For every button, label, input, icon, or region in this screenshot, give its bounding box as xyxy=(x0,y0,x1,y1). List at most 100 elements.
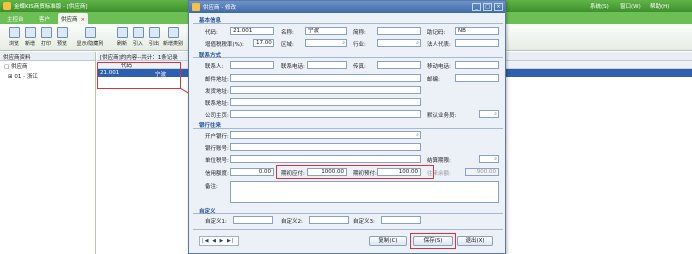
column-code[interactable]: 代码 xyxy=(121,61,132,69)
opening-payable-input[interactable]: 1000.00 xyxy=(307,168,347,176)
record-navigator[interactable]: |◀ ◀ ▶ ▶| xyxy=(199,236,239,246)
contact-person-input[interactable] xyxy=(230,61,274,69)
add-category-button[interactable]: 新增类别 xyxy=(158,26,188,50)
folder-icon: ▢ xyxy=(4,64,11,70)
add-category-label: 新增类别 xyxy=(162,41,183,47)
opening-prepaid-label: 期初预付: xyxy=(353,171,377,177)
save-button[interactable]: 保存(S) xyxy=(413,236,453,246)
balance-label: 往来余额: xyxy=(427,171,451,177)
opening-payable-label: 期初应付: xyxy=(281,171,305,177)
custom2-input[interactable] xyxy=(309,216,349,224)
contact-address-label: 联系地址: xyxy=(205,101,229,107)
tab-customer[interactable]: 客户 xyxy=(36,13,53,24)
tree-header: 供应商资料 xyxy=(0,52,95,61)
tax-rate-label: 增值税税率(%): xyxy=(205,42,244,48)
maximize-icon[interactable]: □ xyxy=(483,3,492,11)
copy-button[interactable]: 复制(C) xyxy=(369,236,407,246)
industry-input[interactable]: ⌕ xyxy=(377,39,421,47)
lookup-icon[interactable]: ⌕ xyxy=(342,40,345,46)
custom2-label: 自定义2: xyxy=(281,219,303,225)
preview-icon xyxy=(56,27,68,38)
email-input[interactable] xyxy=(230,74,421,82)
menu-help[interactable]: 帮助(H) xyxy=(650,2,669,10)
basic-section-line xyxy=(193,23,503,24)
tree-node-label: 01 - 浙江 xyxy=(14,74,38,80)
salesperson-label: 默认业务员: xyxy=(427,113,457,119)
close-tab-icon[interactable]: × xyxy=(81,17,86,23)
bank-section-title: 银行往来 xyxy=(199,123,222,129)
dialog-title: 供应商 - 修改 xyxy=(203,5,236,11)
postcode-label: 邮编: xyxy=(427,77,440,83)
name-input[interactable]: 宁波 xyxy=(305,27,347,35)
tax-rate-input[interactable]: 17.00 xyxy=(253,39,274,47)
exit-button[interactable]: 退出(X) xyxy=(457,236,493,246)
lookup-icon[interactable]: ⌕ xyxy=(494,156,497,162)
region-label: 区域: xyxy=(281,42,294,48)
code-input[interactable]: 21.001 xyxy=(230,27,274,35)
bank-section-line xyxy=(193,128,503,129)
code-label: 代码: xyxy=(205,30,218,36)
tab-supplier-label: 供应商 xyxy=(61,17,78,23)
lookup-icon[interactable]: ⌕ xyxy=(416,40,419,46)
note-label: 备注: xyxy=(205,184,218,190)
tab-console[interactable]: 主控台 xyxy=(4,13,27,24)
show-hide-label: 显示/隐藏列 xyxy=(76,41,104,47)
menu-window[interactable]: 窗口(W) xyxy=(620,2,641,10)
industry-label: 行业: xyxy=(353,42,366,48)
tab-supplier[interactable]: 供应商 × xyxy=(58,13,89,24)
contact-person-label: 联系人: xyxy=(205,64,224,70)
settle-period-label: 结算期限: xyxy=(427,158,451,164)
settle-period-input[interactable]: ⌕ xyxy=(479,155,499,163)
app-title: 金蝶KIS商贸标准版 - [供应商] xyxy=(14,4,88,10)
postcode-input[interactable] xyxy=(455,74,499,82)
show-hide-columns-button[interactable]: 显示/隐藏列 xyxy=(70,26,110,50)
bank-input[interactable]: ⌕ xyxy=(230,131,421,139)
contact-address-input[interactable] xyxy=(230,98,421,106)
supplier-edit-dialog: 供应商 - 修改 _ □ × 基本信息 代码: 21.001 名称: 宁波 简称… xyxy=(188,0,506,254)
basic-section-title: 基本信息 xyxy=(199,18,222,24)
mnemonic-input[interactable]: NB xyxy=(455,27,499,35)
tax-number-label: 单位税号: xyxy=(205,158,229,164)
tree-root[interactable]: ▢ 供应商 xyxy=(0,61,95,71)
opening-prepaid-input[interactable]: 100.00 xyxy=(377,168,421,176)
note-input[interactable] xyxy=(230,181,499,203)
row-name: 宁波 xyxy=(155,72,167,78)
fax-input[interactable] xyxy=(377,61,421,69)
tax-number-input[interactable] xyxy=(230,155,421,163)
salesperson-input[interactable]: ⌕ xyxy=(479,110,499,118)
app-logo-icon xyxy=(3,2,11,10)
contact-section-title: 联系方式 xyxy=(199,53,222,59)
account-label: 银行账号: xyxy=(205,146,229,152)
region-input[interactable]: ⌕ xyxy=(305,39,347,47)
menu-system[interactable]: 系统(S) xyxy=(590,2,609,10)
lookup-icon[interactable]: ⌕ xyxy=(416,132,419,138)
name-label: 名称: xyxy=(281,30,294,36)
custom3-label: 自定义3: xyxy=(353,219,375,225)
fax-label: 传真: xyxy=(353,64,366,70)
add-category-icon xyxy=(167,27,179,38)
homepage-input[interactable] xyxy=(230,110,421,118)
short-name-label: 简称: xyxy=(353,30,366,36)
legal-rep-label: 法人代表: xyxy=(427,42,451,48)
phone-input[interactable] xyxy=(307,61,347,69)
tree-root-label: 供应商 xyxy=(10,64,28,70)
ship-address-input[interactable] xyxy=(230,86,421,94)
minimize-icon[interactable]: _ xyxy=(472,3,481,11)
credit-label: 信用额度: xyxy=(205,171,229,177)
custom3-input[interactable] xyxy=(381,216,421,224)
account-input[interactable] xyxy=(230,143,421,151)
dialog-icon xyxy=(192,3,200,11)
lookup-icon[interactable]: ⌕ xyxy=(494,111,497,117)
email-label: 邮件地址: xyxy=(205,77,229,83)
close-icon[interactable]: × xyxy=(494,3,503,11)
mobile-label: 移动电话: xyxy=(427,64,451,70)
mobile-input[interactable] xyxy=(455,61,499,69)
custom1-input[interactable] xyxy=(233,216,273,224)
custom-section-line xyxy=(193,213,503,214)
legal-rep-input[interactable] xyxy=(455,39,499,47)
credit-input[interactable]: 0.00 xyxy=(230,168,274,176)
short-name-input[interactable] xyxy=(377,27,421,35)
bank-label: 开户银行: xyxy=(205,134,229,140)
balance-input: 900.00 xyxy=(465,168,499,176)
tree-node-zhejiang[interactable]: ⊞ 01 - 浙江 xyxy=(0,71,95,81)
